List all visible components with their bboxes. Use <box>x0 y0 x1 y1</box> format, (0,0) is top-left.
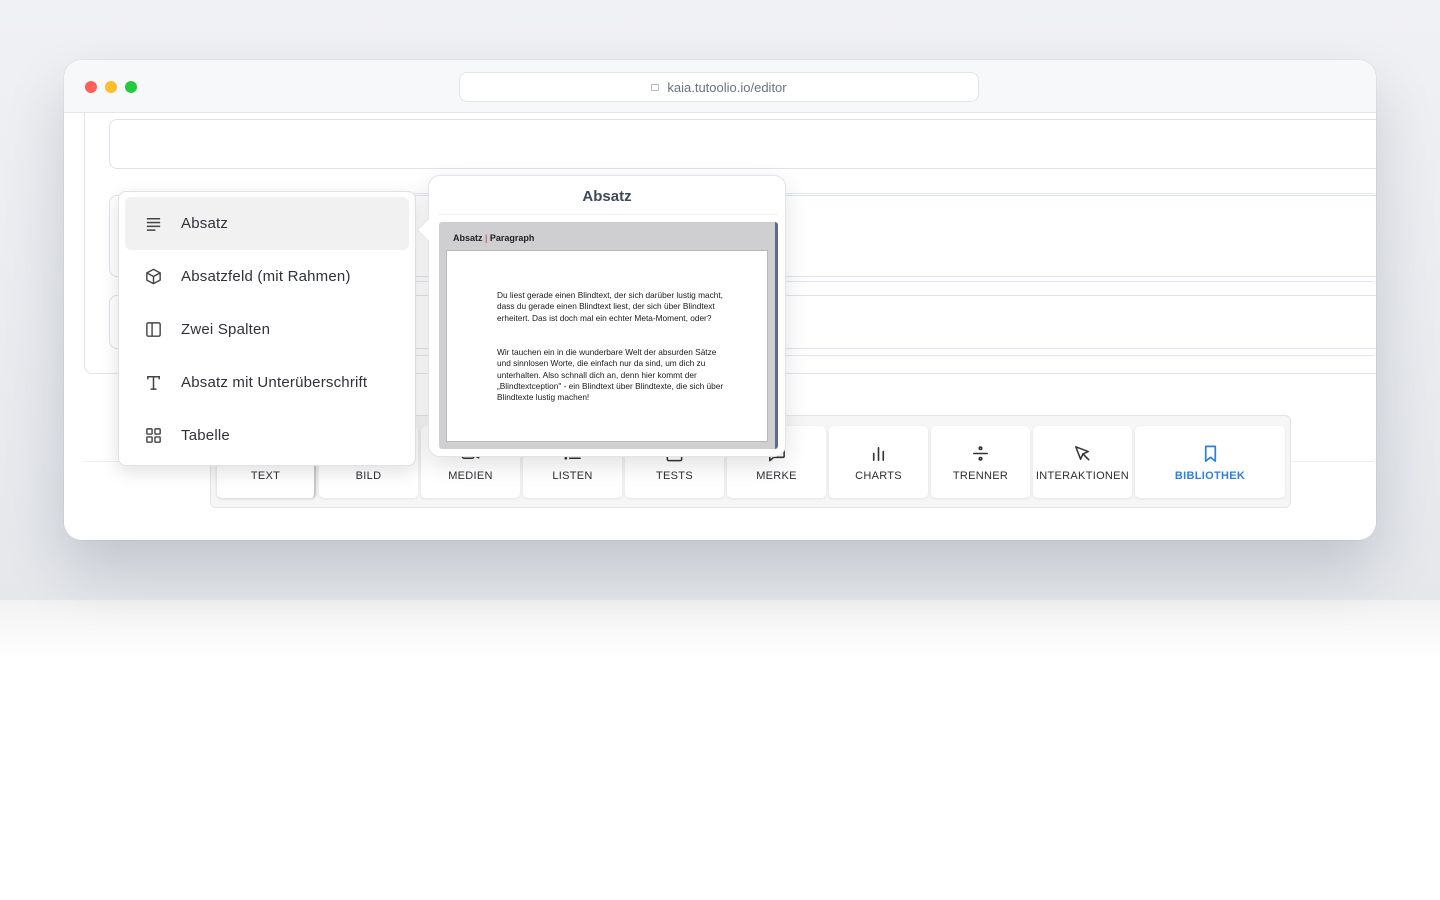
bar-chart-icon <box>868 443 890 465</box>
toolbar-button-label: TRENNER <box>952 469 1009 482</box>
toolbar-button-label: BILD <box>355 469 382 482</box>
toolbar-button-label: MEDIEN <box>448 469 493 482</box>
thumbnail-page: Du liest gerade einen Blindtext, der sic… <box>446 250 768 442</box>
browser-window: kaia.tutoolio.io/editor Absatz Absatzfel… <box>64 60 1376 540</box>
menu-item-absatz[interactable]: Absatz <box>125 197 409 250</box>
backdrop-shadow <box>0 600 1440 660</box>
thumbnail-paragraph: Wir tauchen ein in die wunderbare Welt d… <box>497 347 724 403</box>
text-block-menu: Absatz Absatzfeld (mit Rahmen) Zwei Spal… <box>118 191 416 466</box>
menu-item-zwei-spalten[interactable]: Zwei Spalten <box>125 303 409 356</box>
menu-item-label: Absatzfeld (mit Rahmen) <box>181 268 351 285</box>
toolbar-button-label: TEXT <box>250 469 281 482</box>
text-t-icon <box>143 373 163 393</box>
toolbar-button-label: MERKE <box>756 469 797 482</box>
toolbar-button-charts[interactable]: CHARTS <box>829 426 928 498</box>
toolbar-button-label: BIBLIOTHEK <box>1174 469 1246 482</box>
preview-title: Absatz <box>582 188 632 205</box>
preview-divider <box>439 214 777 215</box>
cursor-arrow-icon <box>1072 443 1094 465</box>
thumbnail-paragraph: Du liest gerade einen Blindtext, der sic… <box>497 290 723 323</box>
toolbar-button-trenner[interactable]: TRENNER <box>931 426 1030 498</box>
minimize-window-button[interactable] <box>105 81 117 93</box>
toolbar-button-label: LISTEN <box>552 469 593 482</box>
menu-item-label: Zwei Spalten <box>181 321 271 338</box>
divide-icon <box>970 443 992 465</box>
menu-item-label: Tabelle <box>181 427 230 444</box>
toolbar-button-label: CHARTS <box>855 469 902 482</box>
lock-icon <box>651 83 660 91</box>
menu-item-unterueberschrift[interactable]: Absatz mit Unterüberschrift <box>125 356 409 409</box>
two-columns-icon <box>143 320 163 340</box>
cube-icon <box>143 267 163 287</box>
paragraph-lines-icon <box>143 214 163 234</box>
menu-item-label: Absatz <box>181 215 229 232</box>
grid-icon <box>143 426 163 446</box>
thumbnail-heading-main: Absatz <box>453 233 483 243</box>
toolbar-button-label: TESTS <box>656 469 693 482</box>
block-preview-popover: Absatz Absatz | Paragraph Du liest gerad… <box>416 175 786 457</box>
thumbnail-heading: Absatz | Paragraph <box>453 233 534 243</box>
preview-thumbnail: Absatz | Paragraph Du liest gerade einen… <box>439 222 778 449</box>
browser-titlebar: kaia.tutoolio.io/editor <box>64 60 1376 113</box>
maximize-window-button[interactable] <box>125 81 137 93</box>
close-window-button[interactable] <box>85 81 97 93</box>
toolbar-button-label: INTERAKTIONEN <box>1035 469 1130 482</box>
content-block[interactable] <box>109 119 1376 169</box>
address-bar-url: kaia.tutoolio.io/editor <box>667 79 787 95</box>
thumbnail-heading-sub: Paragraph <box>489 233 535 243</box>
menu-item-tabelle[interactable]: Tabelle <box>125 409 409 462</box>
menu-item-label: Absatz mit Unterüberschrift <box>181 374 368 391</box>
thumbnail-heading-separator: | <box>485 233 488 243</box>
editor-canvas: Absatz Absatzfeld (mit Rahmen) Zwei Spal… <box>64 113 1376 540</box>
bookmark-icon <box>1199 443 1221 465</box>
menu-item-absatzfeld[interactable]: Absatzfeld (mit Rahmen) <box>125 250 409 303</box>
toolbar-button-interaktionen[interactable]: INTERAKTIONEN <box>1033 426 1132 498</box>
address-bar[interactable]: kaia.tutoolio.io/editor <box>459 72 979 102</box>
toolbar-button-bibliothek[interactable]: BIBLIOTHEK <box>1135 426 1285 498</box>
